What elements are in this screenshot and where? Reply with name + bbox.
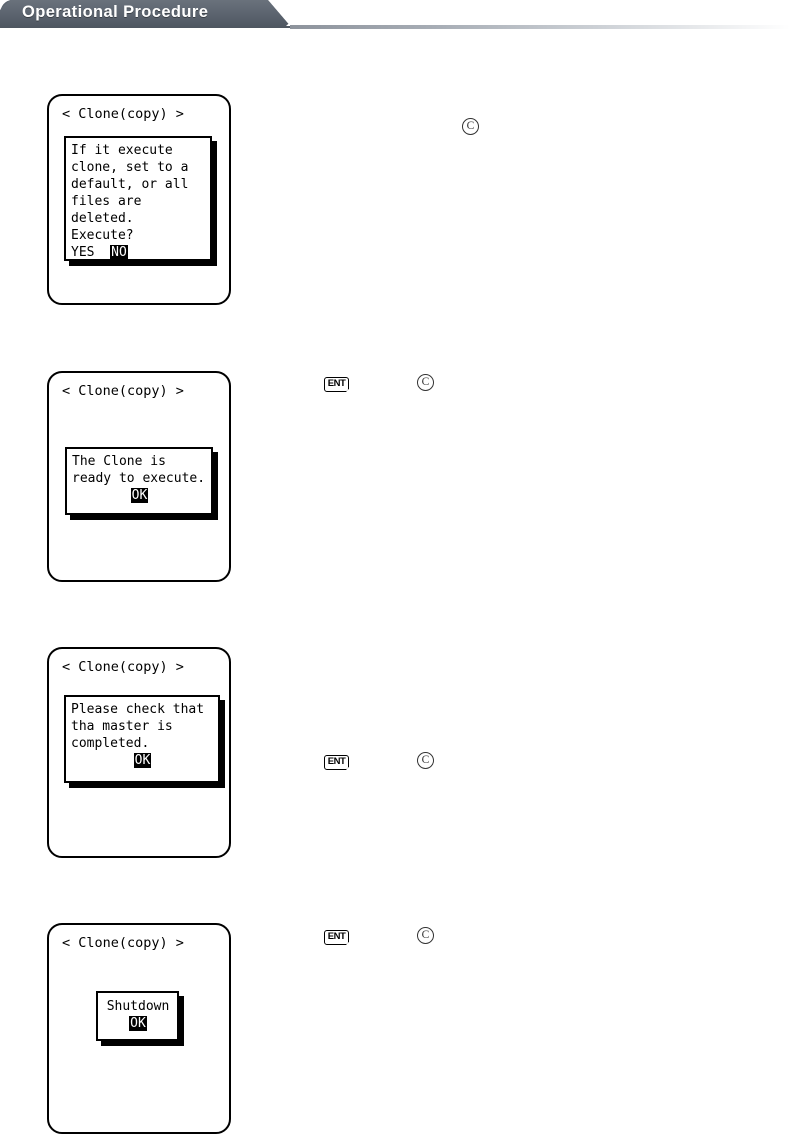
circle-c-icon: C: [417, 374, 434, 391]
dialog-message: Please check that tha master is complete…: [66, 697, 218, 771]
dialog-line: Shutdown: [106, 999, 170, 1014]
dialog-line: Please check that: [71, 702, 205, 717]
screen-title: < Clone(copy) >: [62, 659, 184, 675]
circle-c-icon: C: [417, 752, 434, 769]
page-header: Operational Procedure: [0, 0, 797, 34]
dialog-line: Execute?: [71, 228, 134, 243]
dialog-line: tha master is: [71, 719, 173, 734]
dialog-line: files are: [71, 194, 142, 209]
dialog-choices: YES NO: [71, 244, 206, 261]
circle-c-icon: C: [417, 927, 434, 944]
dialog-shutdown: Shutdown OK: [96, 991, 179, 1041]
ent-key-icon: ENT: [324, 755, 349, 770]
screen-title: < Clone(copy) >: [62, 383, 184, 399]
dialog-line: completed.: [71, 736, 150, 751]
choice-ok-button[interactable]: OK: [129, 1016, 147, 1031]
screen-title: < Clone(copy) >: [62, 935, 184, 951]
ent-key-icon: ENT: [324, 377, 349, 392]
dialog-check-master: Please check that tha master is complete…: [64, 695, 220, 783]
dialog-choices: OK: [72, 487, 207, 504]
circle-c-icon: C: [462, 118, 479, 135]
dialog-line: The Clone is: [72, 454, 166, 469]
choice-ok-button[interactable]: OK: [133, 753, 152, 768]
dialog-line: ready to execute.: [72, 471, 206, 486]
screen-title: < Clone(copy) >: [62, 106, 184, 122]
dialog-choices: OK: [103, 1015, 173, 1032]
lcd-panel-clone-ready: < Clone(copy) > The Clone is ready to ex…: [47, 371, 231, 582]
choice-yes-button[interactable]: YES: [71, 245, 94, 260]
dialog-line: deleted.: [71, 211, 134, 226]
dialog-message: The Clone is ready to execute. OK: [67, 449, 211, 506]
dialog-line: default, or all: [71, 177, 189, 192]
choice-no-button[interactable]: NO: [110, 245, 128, 260]
dialog-message: Shutdown OK: [98, 993, 177, 1034]
lcd-panel-check-master: < Clone(copy) > Please check that tha ma…: [47, 647, 231, 858]
dialog-message: If it execute clone, set to a default, o…: [66, 138, 210, 263]
dialog-choices: OK: [71, 752, 214, 769]
page-title: Operational Procedure: [22, 3, 209, 21]
lcd-panel-clone-confirm: < Clone(copy) > If it execute clone, set…: [47, 94, 231, 305]
dialog-clone-confirm: If it execute clone, set to a default, o…: [64, 136, 212, 261]
dialog-line: If it execute: [71, 143, 173, 158]
choice-ok-button[interactable]: OK: [130, 488, 149, 503]
dialog-clone-ready: The Clone is ready to execute. OK: [65, 447, 213, 515]
ent-key-icon: ENT: [324, 930, 349, 945]
choice-gap: [94, 245, 110, 260]
lcd-panel-shutdown: < Clone(copy) > Shutdown OK: [47, 923, 231, 1134]
dialog-line: clone, set to a: [71, 160, 189, 175]
header-rule: [290, 25, 790, 29]
